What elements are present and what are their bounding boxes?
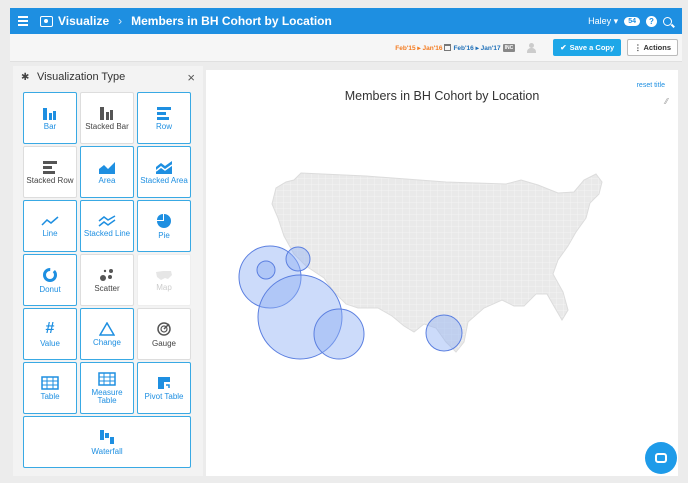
viz-tile-label: Line (42, 228, 58, 238)
save-copy-button[interactable]: ✔ Save a Copy (553, 39, 622, 56)
date-range-selector[interactable]: Feb'15 ▸ Jan'16 Feb'16 ▸ Jan'17 INC (395, 43, 516, 52)
viz-tile-map: Map (137, 254, 191, 306)
line-chart-icon (41, 215, 59, 226)
gauge-icon (157, 321, 171, 336)
visualize-logo-icon (40, 15, 53, 27)
user-menu[interactable]: Haley ▾ (588, 16, 618, 27)
viz-tile-label: Gauge (151, 338, 177, 348)
viz-tile-label: Row (155, 121, 172, 131)
bubble-sacramento[interactable] (285, 246, 311, 272)
scatter-plot-icon (100, 268, 113, 281)
visualization-type-panel: ✱ Visualization Type × Bar Stacked Bar R… (13, 66, 203, 476)
viz-tile-label: Measure Table (91, 387, 123, 405)
measure-table-icon (98, 371, 116, 386)
help-icon[interactable]: ? (646, 15, 657, 27)
pie-chart-icon (157, 213, 171, 228)
viz-tile-bar[interactable]: Bar (23, 92, 77, 144)
viz-tile-waterfall[interactable]: Waterfall (23, 416, 191, 468)
viz-tile-scatter[interactable]: Scatter (80, 254, 134, 306)
viz-tile-pie[interactable]: Pie (137, 200, 191, 252)
pivot-table-icon (158, 376, 170, 389)
close-icon[interactable]: × (187, 70, 195, 85)
stacked-area-icon (155, 160, 173, 174)
hash-icon: # (45, 319, 55, 337)
viz-tile-label: Bar (43, 121, 57, 131)
date-range-comparison: Feb'15 ▸ Jan'16 (395, 44, 443, 52)
breadcrumb-separator: › (118, 14, 123, 28)
stacked-row-icon (43, 160, 57, 174)
chat-icon (655, 453, 667, 463)
viz-tile-label: Change (92, 337, 122, 347)
actions-label: Actions (643, 43, 671, 52)
hamburger-menu-icon[interactable] (10, 16, 32, 26)
viz-tile-table[interactable]: Table (23, 362, 77, 414)
toolbar: Feb'15 ▸ Jan'16 Feb'16 ▸ Jan'17 INC ✔ Sa… (10, 34, 682, 62)
viz-tile-label: Pie (158, 230, 170, 240)
kebab-icon: ⋮ (634, 43, 642, 52)
calendar-icon (444, 44, 452, 51)
inc-badge: INC (502, 43, 516, 52)
viz-tile-label: Map (156, 282, 172, 292)
viz-tile-pivot-table[interactable]: Pivot Table (137, 362, 191, 414)
bar-chart-icon (43, 107, 56, 120)
viz-tile-label: Stacked Row (26, 175, 74, 185)
waterfall-chart-icon (100, 429, 114, 444)
viz-tile-stacked-line[interactable]: Stacked Line (80, 200, 134, 252)
table-icon (41, 375, 59, 390)
viz-tile-change[interactable]: Change (80, 308, 134, 360)
app-name[interactable]: Visualize (58, 14, 109, 28)
stacked-bar-icon (100, 106, 113, 120)
viz-tile-stacked-row[interactable]: Stacked Row (23, 146, 77, 198)
chart-title[interactable]: Members in BH Cohort by Location (206, 89, 678, 103)
visualization-canvas: Members in BH Cohort by Location reset t… (206, 70, 678, 476)
row-chart-icon (157, 106, 171, 120)
viz-tile-label: Stacked Line (83, 228, 131, 238)
viz-tile-row[interactable]: Row (137, 92, 191, 144)
viz-tile-label: Area (98, 175, 116, 185)
us-bubble-map (238, 172, 603, 360)
viz-tile-value[interactable]: # Value (23, 308, 77, 360)
bubble-texas[interactable] (425, 314, 463, 352)
viz-tile-gauge[interactable]: Gauge (137, 308, 191, 360)
bubble-san-francisco[interactable] (256, 260, 276, 280)
viz-tile-stacked-bar[interactable]: Stacked Bar (80, 92, 134, 144)
bubble-san-diego[interactable] (313, 308, 365, 360)
viz-tile-label: Table (40, 391, 60, 401)
viz-tile-area[interactable]: Area (80, 146, 134, 198)
viz-tile-label: Pivot Table (144, 391, 184, 401)
share-user-icon[interactable] (527, 42, 541, 53)
notifications-badge[interactable]: 54 (624, 16, 640, 26)
resize-handle-icon[interactable]: ⁄⁄ (665, 97, 668, 106)
viz-tile-label: Scatter (94, 283, 120, 293)
search-icon[interactable] (663, 16, 672, 26)
viz-tile-label: Value (40, 338, 60, 348)
page-title: Members in BH Cohort by Location (131, 14, 332, 28)
check-icon: ✔ (560, 43, 567, 52)
panel-title: Visualization Type (37, 71, 126, 83)
actions-button[interactable]: ⋮ Actions (627, 39, 678, 56)
chat-support-button[interactable] (645, 442, 677, 474)
viz-tile-donut[interactable]: Donut (23, 254, 77, 306)
map-icon (156, 270, 172, 280)
gear-icon: ✱ (21, 71, 30, 83)
stacked-line-icon (98, 214, 116, 227)
viz-tile-label: Stacked Area (140, 175, 188, 185)
delta-icon (99, 321, 115, 336)
date-range-current: Feb'16 ▸ Jan'17 (453, 44, 501, 52)
viz-tile-line[interactable]: Line (23, 200, 77, 252)
donut-chart-icon (43, 267, 57, 282)
viz-tile-label: Stacked Bar (85, 121, 129, 131)
viz-tile-label: Waterfall (91, 446, 123, 456)
viz-tile-measure-table[interactable]: Measure Table (80, 362, 134, 414)
area-chart-icon (99, 161, 115, 174)
save-copy-label: Save a Copy (569, 43, 615, 52)
viz-tile-stacked-area[interactable]: Stacked Area (137, 146, 191, 198)
viz-tile-label: Donut (39, 284, 61, 294)
top-nav-bar: Visualize › Members in BH Cohort by Loca… (10, 8, 682, 34)
reset-title-link[interactable]: reset title (637, 82, 665, 89)
